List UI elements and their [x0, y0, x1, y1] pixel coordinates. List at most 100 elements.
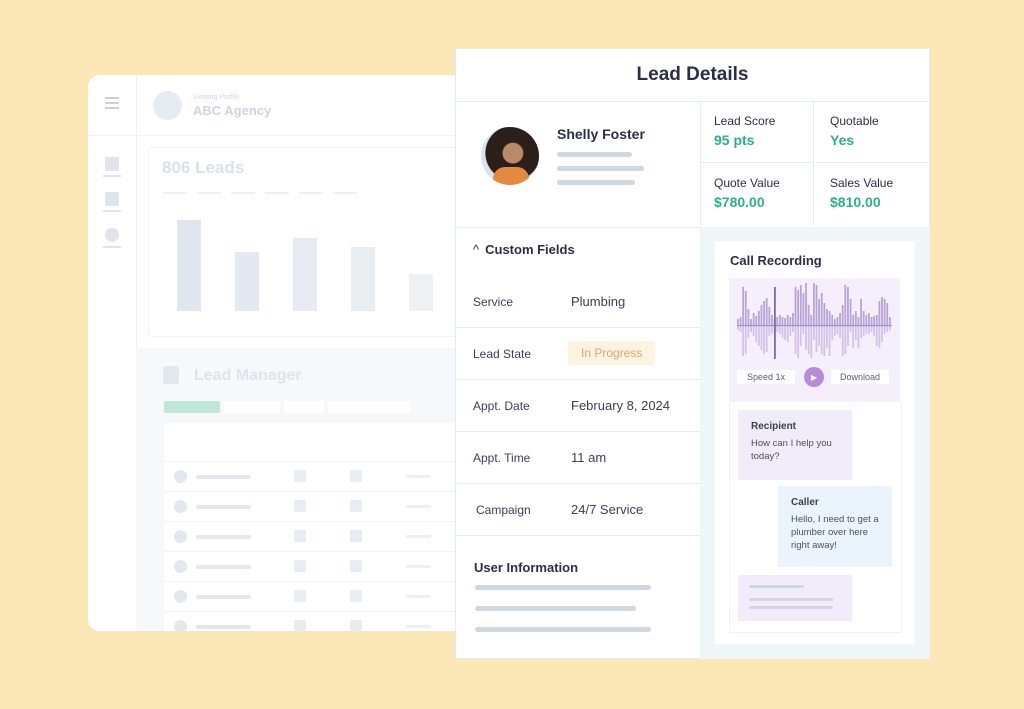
- filter-chip[interactable]: [224, 401, 280, 413]
- agency-avatar: [153, 91, 182, 120]
- speed-button[interactable]: Speed 1x: [737, 370, 795, 384]
- wave-bar: [805, 283, 807, 325]
- panel-title: Lead Details: [456, 49, 929, 102]
- wave-bar: [820, 326, 823, 354]
- lead-manager-title: Lead Manager: [194, 367, 302, 384]
- call-recording-title: Call Recording: [730, 253, 822, 268]
- wave-bar: [862, 311, 865, 325]
- call-recording-card: Call Recording Speed 1x ▶ Download Recip…: [715, 241, 915, 644]
- stat-label: Lead Score: [714, 114, 776, 128]
- custom-fields-title: Custom Fields: [485, 242, 575, 257]
- call-recording-area: Call Recording Speed 1x ▶ Download Recip…: [700, 227, 930, 659]
- wave-bar: [844, 285, 847, 325]
- filter-toggle[interactable]: [328, 401, 410, 413]
- wave-bar: [786, 326, 789, 342]
- wave-bar: [792, 313, 794, 325]
- wave-bar: [747, 309, 750, 325]
- wave-bar: [873, 326, 876, 336]
- hamburger-menu-icon[interactable]: [105, 97, 119, 112]
- wave-bar: [744, 291, 747, 325]
- wave-bar: [797, 326, 800, 358]
- custom-fields-section: ^ Custom Fields Service Plumbing Lead Sta…: [456, 227, 701, 660]
- wave-bar: [805, 326, 807, 350]
- building-icon[interactable]: [102, 157, 122, 179]
- wave-bar: [784, 318, 786, 325]
- wave-bar: [768, 307, 771, 325]
- user-icon[interactable]: [102, 228, 122, 250]
- custom-fields-toggle[interactable]: ^ Custom Fields: [473, 242, 575, 257]
- lead-stats: Lead Score 95 pts Quotable Yes Quote Val…: [700, 101, 930, 228]
- wave-bar: [828, 326, 831, 356]
- field-key: Service: [473, 295, 514, 309]
- wave-bar: [797, 290, 800, 325]
- table-row[interactable]: [164, 552, 464, 582]
- lead-avatar: [481, 127, 539, 185]
- filter-chip[interactable]: [284, 401, 324, 413]
- stat-quotable: Quotable Yes: [816, 101, 930, 163]
- field-value: 24/7 Service: [571, 502, 644, 517]
- placeholder-line: [475, 606, 636, 611]
- table-header: [164, 423, 464, 462]
- wave-bar: [810, 315, 813, 325]
- stat-sales-value: Sales Value $810.00: [816, 163, 930, 225]
- wave-bar: [875, 326, 878, 346]
- wave-bar: [755, 326, 758, 342]
- user-information-title: User Information: [474, 560, 579, 575]
- stat-quote-value: Quote Value $780.00: [700, 163, 814, 225]
- wave-bar: [870, 326, 873, 332]
- wave-bar: [828, 311, 831, 325]
- waveform[interactable]: [737, 283, 892, 363]
- wave-baseline: [737, 325, 892, 327]
- wave-bar: [737, 326, 739, 330]
- play-button[interactable]: ▶: [804, 367, 824, 387]
- wave-bar: [799, 326, 802, 346]
- table-row[interactable]: [164, 492, 464, 522]
- download-button[interactable]: Download: [831, 370, 889, 384]
- chevron-up-icon: ^: [473, 242, 480, 257]
- chart-legend: [163, 192, 357, 194]
- lead-details-panel: Lead Details Shelly Foster Lead Score 95…: [455, 48, 930, 660]
- placeholder-line: [557, 152, 632, 157]
- playhead[interactable]: [774, 287, 776, 359]
- table-row[interactable]: [164, 462, 464, 492]
- wave-bar: [781, 326, 784, 338]
- chart-bar: [409, 273, 433, 311]
- wave-bar: [826, 326, 828, 348]
- wave-bar: [799, 285, 802, 325]
- wave-bar: [765, 326, 768, 352]
- wave-bar: [792, 326, 794, 332]
- wave-bar: [815, 326, 818, 352]
- stat-label: Sales Value: [830, 176, 894, 190]
- message-recipient: Recipient How can I help you today?: [738, 410, 852, 480]
- table-row[interactable]: [164, 582, 464, 612]
- table-row[interactable]: [164, 522, 464, 552]
- chart-bar: [177, 219, 201, 311]
- wave-bar: [789, 326, 792, 336]
- filter-chip[interactable]: [164, 401, 220, 413]
- wave-bar: [833, 319, 836, 325]
- play-icon: ▶: [810, 372, 818, 382]
- wave-bar: [750, 319, 752, 325]
- wave-bar: [854, 311, 857, 325]
- wave-bar: [852, 315, 855, 325]
- table-row[interactable]: [164, 612, 464, 631]
- wave-bar: [865, 315, 868, 325]
- viewing-profile-label: Viewing Profile: [193, 94, 240, 101]
- placeholder-line: [557, 166, 644, 171]
- wave-bar: [739, 326, 742, 332]
- wave-bar: [888, 326, 891, 330]
- wave-bar: [776, 317, 779, 325]
- wave-bar: [883, 299, 886, 325]
- users-icon[interactable]: [102, 192, 122, 214]
- stat-value: $810.00: [830, 194, 881, 210]
- field-value: Plumbing: [571, 294, 626, 309]
- wave-bar: [836, 326, 839, 334]
- placeholder-line: [749, 585, 804, 588]
- wave-bar: [781, 317, 784, 325]
- wave-bar: [833, 326, 836, 336]
- filter-bar: [164, 401, 410, 413]
- wave-bar: [823, 303, 826, 325]
- message-text: How can I help you today?: [751, 438, 832, 462]
- stat-label: Quote Value: [714, 176, 780, 190]
- lead-name: Shelly Foster: [557, 126, 645, 142]
